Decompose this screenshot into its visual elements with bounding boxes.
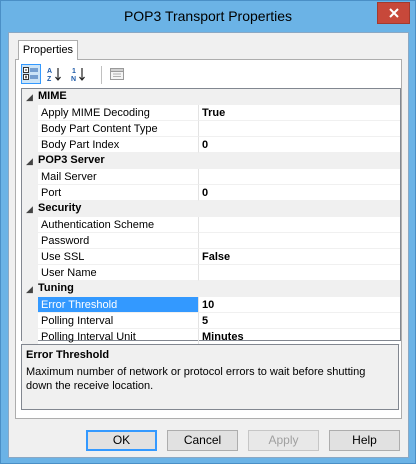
sort-numeric-icon: 1 N — [71, 68, 85, 82]
ok-button[interactable]: OK — [86, 430, 157, 451]
property-value[interactable] — [199, 217, 400, 233]
property-value[interactable]: 0 — [199, 137, 400, 153]
property-value[interactable]: False — [199, 249, 400, 265]
toolbar-separator — [101, 66, 102, 84]
dialog-client-area: Properties A Z 1 N ◢ MIME Apply MIME Dec… — [8, 32, 409, 458]
property-value[interactable] — [199, 121, 400, 137]
property-row[interactable]: Polling Interval 5 — [22, 313, 400, 329]
property-grid: ◢ MIME Apply MIME Decoding True Body Part Co… — [21, 88, 401, 345]
property-name[interactable]: Password — [38, 233, 199, 249]
categorized-icon — [23, 67, 38, 80]
property-row[interactable]: Body Part Content Type — [22, 121, 400, 137]
property-value[interactable] — [199, 233, 400, 249]
category-row[interactable]: ◢ POP3 Server — [22, 153, 400, 169]
tab-properties[interactable]: Properties — [18, 40, 78, 60]
num-glyph-top: 1 — [72, 68, 76, 75]
description-title: Error Threshold — [26, 349, 110, 361]
row-gutter — [22, 105, 38, 121]
property-pages-button[interactable] — [107, 64, 127, 84]
property-name[interactable]: Polling Interval — [38, 313, 199, 329]
row-gutter — [22, 297, 38, 313]
property-row[interactable]: Mail Server — [22, 169, 400, 185]
property-name[interactable]: Mail Server — [38, 169, 199, 185]
row-gutter — [22, 313, 38, 329]
window-title: POP3 Transport Properties — [123, 8, 293, 24]
row-gutter — [22, 185, 38, 201]
property-name[interactable]: User Name — [38, 265, 199, 281]
sort-alphabetical-button[interactable]: A Z — [45, 64, 65, 84]
close-icon — [388, 8, 399, 18]
row-gutter — [22, 329, 38, 345]
az-glyph-top: A — [47, 68, 52, 75]
dialog-window: POP3 Transport Properties Properties A Z… — [0, 0, 416, 464]
description-pane: Error Threshold Maximum number of networ… — [21, 344, 399, 410]
property-pages-icon — [110, 68, 124, 80]
property-value[interactable]: Minutes — [199, 329, 400, 345]
property-row[interactable]: Body Part Index 0 — [22, 137, 400, 153]
collapse-icon[interactable]: ◢ — [26, 204, 33, 215]
row-gutter — [22, 249, 38, 265]
property-row[interactable]: Port 0 — [22, 185, 400, 201]
category-name: Security — [38, 202, 82, 214]
property-row[interactable]: Password — [22, 233, 400, 249]
property-row[interactable]: Polling Interval Unit Minutes — [22, 329, 400, 345]
row-gutter — [22, 217, 38, 233]
close-button[interactable] — [377, 2, 410, 24]
title-bar[interactable]: POP3 Transport Properties — [1, 1, 415, 32]
property-row[interactable]: Error Threshold 10 — [22, 297, 400, 313]
row-gutter — [22, 233, 38, 249]
category-name: POP3 Server — [38, 154, 105, 166]
property-value[interactable]: 10 — [199, 297, 400, 313]
property-row[interactable]: Use SSL False — [22, 249, 400, 265]
num-glyph-bottom: N — [71, 76, 76, 82]
properties-tab-panel: A Z 1 N ◢ MIME Apply MIME Decoding True … — [15, 59, 402, 419]
category-row[interactable]: ◢ Security — [22, 201, 400, 217]
property-row[interactable]: Authentication Scheme — [22, 217, 400, 233]
row-gutter — [22, 169, 38, 185]
category-name: Tuning — [38, 282, 74, 294]
collapse-icon[interactable]: ◢ — [26, 156, 33, 167]
collapse-icon[interactable]: ◢ — [26, 284, 33, 295]
row-gutter — [22, 265, 38, 281]
row-gutter — [22, 137, 38, 153]
property-name[interactable]: Use SSL — [38, 249, 199, 265]
property-value[interactable]: True — [199, 105, 400, 121]
sort-alphabetical-icon: A Z — [47, 68, 61, 82]
help-button[interactable]: Help — [329, 430, 400, 451]
cancel-button[interactable]: Cancel — [167, 430, 238, 451]
property-name[interactable]: Port — [38, 185, 199, 201]
row-gutter — [22, 121, 38, 137]
az-glyph-bottom: Z — [47, 76, 52, 82]
apply-button[interactable]: Apply — [248, 430, 319, 451]
property-name[interactable]: Body Part Content Type — [38, 121, 199, 137]
property-name[interactable]: Apply MIME Decoding — [38, 105, 199, 121]
collapse-icon[interactable]: ◢ — [26, 92, 33, 103]
property-name[interactable]: Error Threshold — [38, 297, 199, 313]
property-name[interactable]: Polling Interval Unit — [38, 329, 199, 345]
category-name: MIME — [38, 90, 67, 102]
categorized-button[interactable] — [21, 64, 41, 84]
category-row[interactable]: ◢ MIME — [22, 89, 400, 105]
category-row[interactable]: ◢ Tuning — [22, 281, 400, 297]
property-value[interactable]: 0 — [199, 185, 400, 201]
property-value[interactable] — [199, 265, 400, 281]
property-value[interactable] — [199, 169, 400, 185]
property-value[interactable]: 5 — [199, 313, 400, 329]
property-row[interactable]: User Name — [22, 265, 400, 281]
description-text: Maximum number of network or protocol er… — [26, 366, 366, 392]
property-row[interactable]: Apply MIME Decoding True — [22, 105, 400, 121]
property-grid-toolbar: A Z 1 N — [21, 64, 401, 86]
sort-numeric-button[interactable]: 1 N — [69, 64, 89, 84]
property-name[interactable]: Body Part Index — [38, 137, 199, 153]
property-name[interactable]: Authentication Scheme — [38, 217, 199, 233]
